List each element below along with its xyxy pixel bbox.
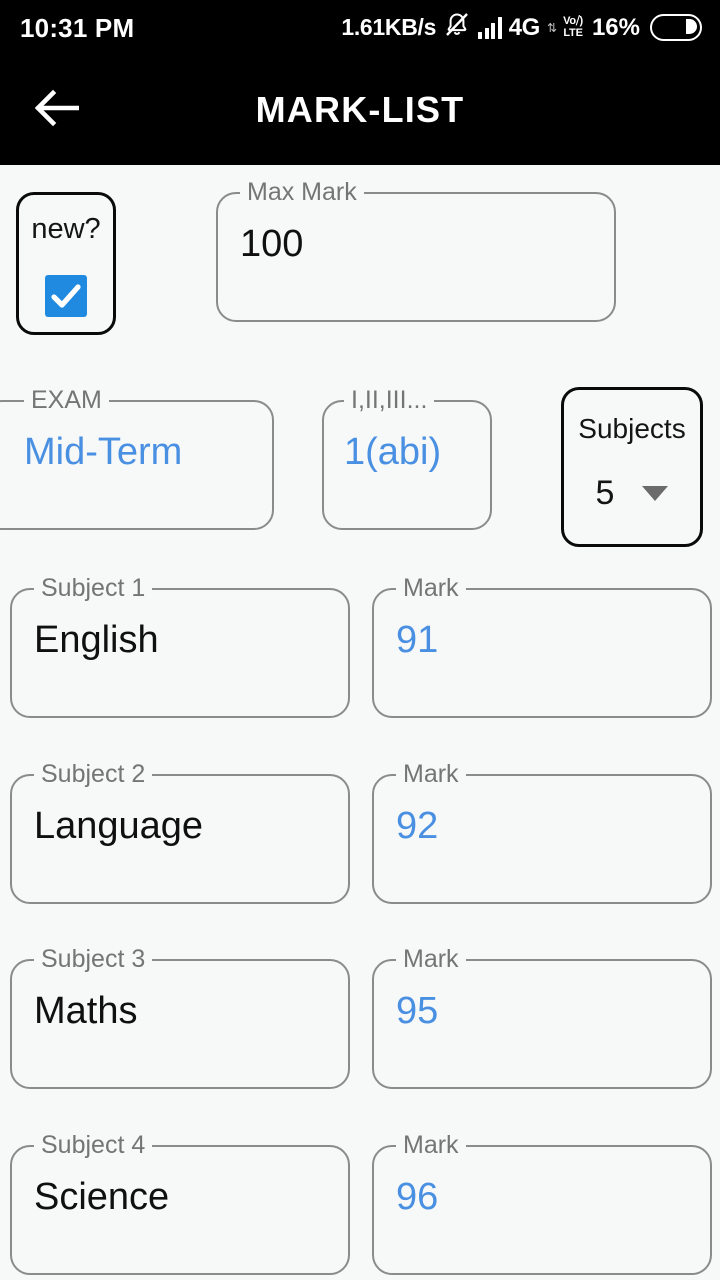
subject-mark-label: Mark bbox=[396, 1132, 466, 1158]
max-mark-field[interactable]: Max Mark 100 bbox=[216, 179, 616, 322]
max-mark-value: 100 bbox=[240, 223, 304, 265]
subject-mark-label: Mark bbox=[396, 575, 466, 601]
subject-name-label: Subject 2 bbox=[34, 761, 153, 787]
subject-name-value: English bbox=[34, 619, 159, 661]
subjects-label: Subjects bbox=[578, 413, 686, 444]
exam-value: Mid-Term bbox=[24, 431, 183, 473]
subject-name-value: Science bbox=[34, 1176, 170, 1218]
check-icon bbox=[51, 284, 81, 308]
data-arrows-icon: ⇅ bbox=[547, 20, 557, 35]
exam-label: EXAM bbox=[24, 387, 109, 413]
battery-percent-text: 16% bbox=[591, 13, 640, 41]
volte-icon: Vo⧸) LTE bbox=[563, 16, 583, 38]
bell-muted-icon bbox=[443, 11, 471, 44]
subject-mark-label: Mark bbox=[396, 761, 466, 787]
chevron-down-icon[interactable] bbox=[642, 485, 669, 501]
subject-name-field[interactable]: Subject 2 Language bbox=[10, 761, 350, 904]
subject-name-field[interactable]: Subject 4 Science bbox=[10, 1132, 350, 1275]
subject-mark-value: 95 bbox=[396, 990, 439, 1032]
signal-bars-icon bbox=[478, 16, 502, 39]
network-speed-text: 1.61KB/s bbox=[341, 14, 437, 40]
subject-mark-field[interactable]: Mark 95 bbox=[372, 946, 712, 1089]
page-title: MARK-LIST bbox=[255, 89, 465, 130]
subject-mark-value: 96 bbox=[396, 1176, 439, 1218]
exam-field[interactable]: EXAM Mid-Term bbox=[0, 387, 274, 530]
status-clock: 10:31 PM bbox=[20, 12, 135, 43]
app-bar: MARK-LIST bbox=[0, 55, 720, 165]
status-icons: 1.61KB/s 4G ⇅ Vo⧸) LTE 16% bbox=[341, 11, 702, 44]
subject-name-field[interactable]: Subject 3 Maths bbox=[10, 946, 350, 1089]
new-toggle-label: new? bbox=[31, 213, 101, 245]
subject-mark-field[interactable]: Mark 92 bbox=[372, 761, 712, 904]
new-toggle-card[interactable]: new? bbox=[16, 192, 116, 335]
subject-name-value: Language bbox=[34, 805, 204, 847]
subject-mark-field[interactable]: Mark 96 bbox=[372, 1132, 712, 1275]
subject-mark-field[interactable]: Mark 91 bbox=[372, 575, 712, 718]
form-content: new? Max Mark 100 EXAM Mid-Term I,II,III… bbox=[0, 165, 720, 1280]
volte-bottom-text: LTE bbox=[563, 26, 583, 39]
subjects-dropdown[interactable]: 5 bbox=[564, 475, 700, 511]
subject-name-value: Maths bbox=[34, 990, 138, 1032]
battery-icon bbox=[650, 14, 702, 41]
status-bar: 10:31 PM 1.61KB/s 4G ⇅ Vo⧸) LTE 16% bbox=[0, 0, 720, 55]
new-checkbox[interactable] bbox=[45, 275, 87, 317]
subject-name-label: Subject 1 bbox=[34, 575, 153, 601]
network-type-text: 4G bbox=[508, 13, 541, 41]
subjects-value: 5 bbox=[595, 474, 615, 512]
roman-numeral-field[interactable]: I,II,III... 1(abi) bbox=[322, 387, 492, 530]
subject-name-field[interactable]: Subject 1 English bbox=[10, 575, 350, 718]
subject-mark-label: Mark bbox=[396, 946, 466, 972]
subject-name-label: Subject 4 bbox=[34, 1132, 153, 1158]
max-mark-label: Max Mark bbox=[240, 179, 364, 205]
roman-numeral-label: I,II,III... bbox=[344, 387, 435, 413]
subject-mark-value: 92 bbox=[396, 805, 439, 847]
subject-mark-value: 91 bbox=[396, 619, 439, 661]
roman-numeral-value: 1(abi) bbox=[344, 431, 442, 473]
app-screen: 10:31 PM 1.61KB/s 4G ⇅ Vo⧸) LTE 16% MARK… bbox=[0, 0, 720, 1280]
subject-name-label: Subject 3 bbox=[34, 946, 153, 972]
volte-top-text: Vo⧸) bbox=[563, 15, 583, 28]
subjects-dropdown-card[interactable]: Subjects 5 bbox=[561, 387, 703, 547]
